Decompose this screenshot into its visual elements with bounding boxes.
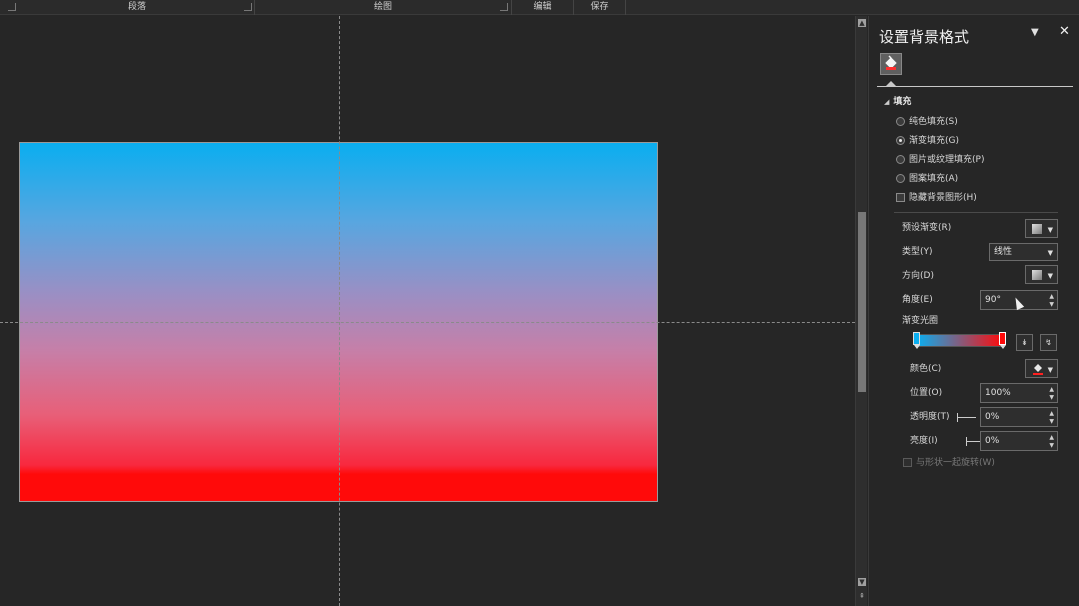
dropdown-arrow-icon[interactable]: ▼ <box>1031 27 1039 38</box>
vertical-guide[interactable] <box>339 16 340 606</box>
group-label: 保存 <box>590 2 609 12</box>
radio-icon[interactable] <box>896 155 905 164</box>
section-fill-header[interactable]: ◢ 填充 <box>884 94 911 107</box>
collapse-triangle-icon: ◢ <box>884 98 890 106</box>
paint-bucket-icon <box>1032 362 1044 379</box>
position-value: 100% <box>985 388 1011 398</box>
horizontal-guide[interactable] <box>0 322 855 323</box>
group-label: 段落 <box>127 2 146 12</box>
option-label: 渐变填充(G) <box>909 136 959 146</box>
scroll-up-icon[interactable]: ▲ <box>858 19 866 27</box>
spin-down-icon[interactable]: ▼ <box>1049 394 1054 401</box>
paragraph-launcher-icon[interactable] <box>244 3 252 11</box>
radio-icon[interactable] <box>896 117 905 126</box>
color-picker-button[interactable]: ▼ <box>1025 359 1058 378</box>
position-label: 位置(O) <box>910 388 943 398</box>
section-divider <box>894 212 1058 213</box>
gradient-stops-label: 渐变光圈 <box>902 316 939 326</box>
direction-button[interactable]: ▼ <box>1025 265 1058 284</box>
angle-value: 90° <box>985 295 1001 305</box>
brightness-label: 亮度(I) <box>910 436 938 446</box>
scroll-thumb[interactable] <box>858 212 866 392</box>
option-label: 与形状一起旋转(W) <box>916 458 995 468</box>
ribbon-group-save: 保存 <box>574 0 626 15</box>
option-label: 图片或纹理填充(P) <box>909 155 985 165</box>
spin-up-icon[interactable]: ▲ <box>1049 410 1054 417</box>
spin-up-icon[interactable]: ▲ <box>1049 434 1054 441</box>
gradient-stop-end[interactable] <box>999 332 1006 349</box>
dialog-launcher-icon[interactable] <box>8 3 16 11</box>
group-label: 编辑 <box>533 2 552 12</box>
transparency-value: 0% <box>985 412 1000 422</box>
brightness-value: 0% <box>985 436 1000 446</box>
checkbox-icon[interactable] <box>896 193 905 202</box>
scroll-page-up-icon[interactable]: ⇞ <box>858 592 866 600</box>
ribbon-group-bar: 段落 绘图 编辑 保存 <box>0 0 1079 15</box>
checkbox-icon <box>903 458 912 467</box>
close-icon[interactable]: ✕ <box>1059 24 1070 39</box>
transparency-slider-icon[interactable] <box>957 413 976 422</box>
ribbon-group-drawing: 绘图 <box>255 0 512 15</box>
spin-down-icon[interactable]: ▼ <box>1049 418 1054 425</box>
drawing-launcher-icon[interactable] <box>500 3 508 11</box>
pane-title: 设置背景格式 <box>879 28 970 46</box>
radio-icon[interactable] <box>896 136 905 145</box>
transparency-spinner[interactable]: 0% ▲ ▼ <box>980 407 1058 427</box>
vertical-scrollbar[interactable]: ▲ ▼ ⇞ <box>855 16 867 606</box>
chevron-down-icon: ▼ <box>1047 249 1053 257</box>
app-window: 段落 绘图 编辑 保存 ▲ ▼ ⇞ 设置背景格式 ▼ ✕ ◢ 填充 纯色填充(S… <box>0 0 1079 606</box>
gradient-swatch-icon <box>1032 224 1042 234</box>
spin-down-icon[interactable]: ▼ <box>1049 301 1054 308</box>
brightness-slider-icon[interactable] <box>966 437 985 446</box>
spin-down-icon[interactable]: ▼ <box>1049 442 1054 449</box>
add-stop-icon[interactable]: ↡ <box>1016 334 1033 351</box>
type-label: 类型(Y) <box>902 247 933 257</box>
type-select[interactable]: 线性 ▼ <box>989 243 1058 261</box>
gradient-stops-bar[interactable] <box>916 334 1004 347</box>
ribbon-group-editing: 编辑 <box>512 0 574 15</box>
paint-bucket-icon[interactable] <box>880 53 902 75</box>
direction-label: 方向(D) <box>902 271 934 281</box>
group-label: 绘图 <box>373 2 392 12</box>
tab-underline <box>877 86 1073 87</box>
gradient-swatch-icon <box>1032 270 1042 280</box>
slide-canvas[interactable] <box>0 16 855 606</box>
transparency-label: 透明度(T) <box>910 412 950 422</box>
angle-label: 角度(E) <box>902 295 933 305</box>
format-background-pane: 设置背景格式 ▼ ✕ ◢ 填充 纯色填充(S) 渐变填充(G) 图片或纹理填充(P… <box>868 16 1079 606</box>
position-spinner[interactable]: 100% ▲ ▼ <box>980 383 1058 403</box>
option-label: 图案填充(A) <box>909 174 959 184</box>
chevron-down-icon: ▼ <box>1047 366 1053 374</box>
chevron-down-icon: ▼ <box>1047 226 1053 234</box>
chevron-down-icon: ▼ <box>1047 272 1053 280</box>
type-value: 线性 <box>994 247 1013 257</box>
section-label: 填充 <box>893 97 912 107</box>
radio-icon[interactable] <box>896 174 905 183</box>
remove-stop-icon[interactable]: ↯ <box>1040 334 1057 351</box>
color-label: 颜色(C) <box>910 364 942 374</box>
ribbon-group-paragraph: 段落 <box>20 0 255 15</box>
scroll-down-icon[interactable]: ▼ <box>858 578 866 586</box>
spin-up-icon[interactable]: ▲ <box>1049 386 1054 393</box>
brightness-spinner[interactable]: 0% ▲ ▼ <box>980 431 1058 451</box>
option-label: 隐藏背景图形(H) <box>909 193 977 203</box>
gradient-stop-start[interactable] <box>913 332 920 349</box>
preset-gradient-button[interactable]: ▼ <box>1025 219 1058 238</box>
option-label: 纯色填充(S) <box>909 117 958 127</box>
preset-gradient-label: 预设渐变(R) <box>902 223 952 233</box>
spin-up-icon[interactable]: ▲ <box>1049 293 1054 300</box>
